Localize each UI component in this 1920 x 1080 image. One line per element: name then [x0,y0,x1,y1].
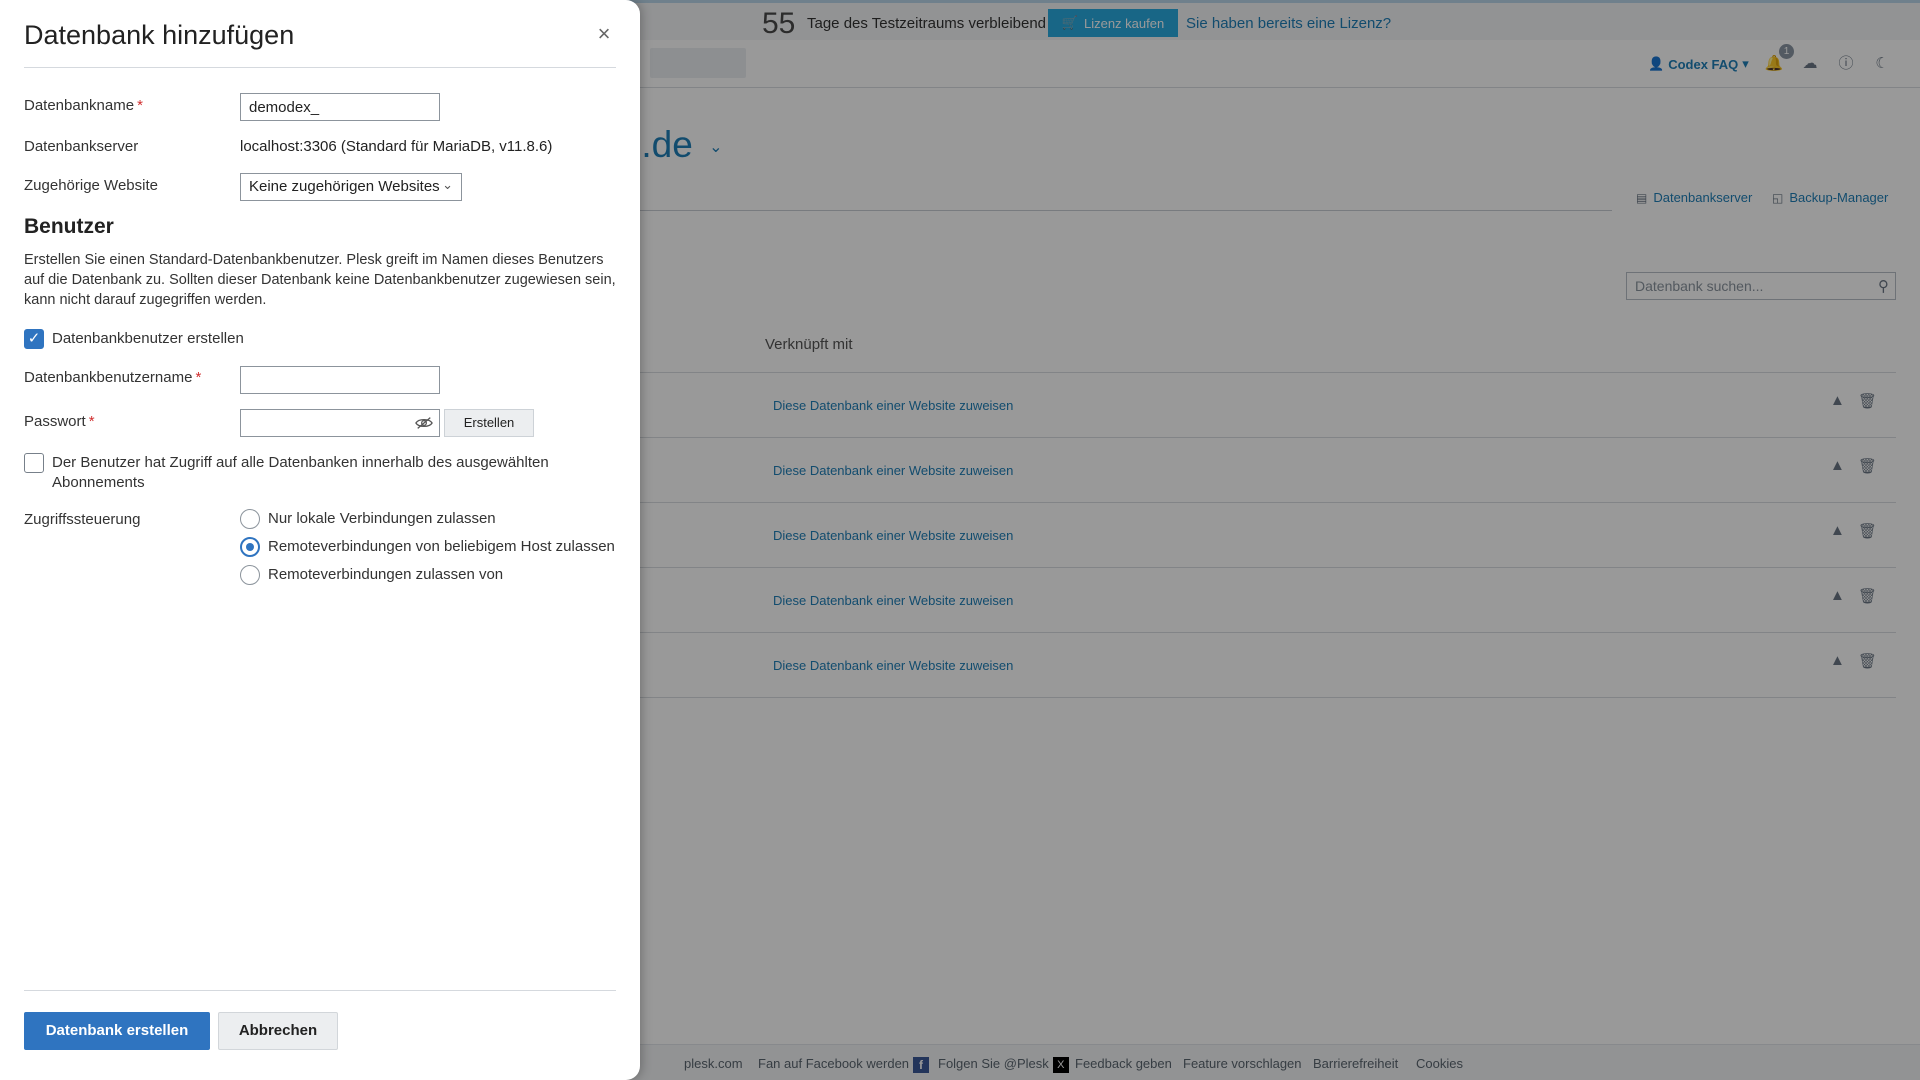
access-control-label: Zugriffssteuerung [24,511,141,528]
cancel-button[interactable]: Abbrechen [218,1012,338,1050]
required-marker: * [195,369,202,386]
website-select-value: Keine zugehörigen Websites [249,178,440,195]
required-marker: * [137,97,143,114]
password-label-text: Passwort [24,413,86,430]
radio-local-only-label: Nur lokale Verbindungen zulassen [268,510,496,527]
radio-remote-from[interactable] [240,565,260,585]
radio-remote-any[interactable] [240,537,260,557]
db-name-input[interactable] [240,93,440,121]
db-name-label-text: Datenbankname [24,97,135,114]
title-divider [24,67,616,68]
website-label: Zugehörige Website [24,177,158,194]
db-username-input[interactable] [240,366,440,394]
radio-local-only[interactable] [240,509,260,529]
chevron-down-icon: ⌄ [442,177,453,192]
create-database-button[interactable]: Datenbank erstellen [24,1012,210,1050]
generate-password-button[interactable]: Erstellen [444,409,534,437]
db-username-label: Datenbankbenutzername * [24,369,201,386]
db-server-value: localhost:3306 (Standard für MariaDB, v1… [240,138,553,155]
close-icon[interactable]: × [592,22,616,46]
radio-remote-from-label: Remoteverbindungen zulassen von [268,566,504,583]
create-user-label: Datenbankbenutzer erstellen [52,330,244,347]
add-database-dialog: Datenbank hinzufügen × Datenbankname* Da… [0,0,640,1080]
required-marker: * [88,413,95,430]
db-name-label: Datenbankname * [24,97,143,114]
footer-divider [24,990,616,991]
db-username-label-text: Datenbankbenutzername [24,369,193,386]
password-field [240,409,440,437]
eye-slash-icon[interactable] [415,415,433,431]
all-databases-checkbox[interactable] [24,453,44,473]
user-section-description: Erstellen Sie einen Standard-Datenbankbe… [24,252,616,308]
website-select[interactable]: Keine zugehörigen Websites ⌄ [240,173,462,201]
dialog-title: Datenbank hinzufügen [24,20,295,50]
all-databases-label: Der Benutzer hat Zugriff auf alle Datenb… [52,454,549,491]
radio-remote-any-label: Remoteverbindungen von beliebigem Host z… [268,538,615,555]
password-label: Passwort * [24,413,95,430]
user-section-heading: Benutzer [24,215,114,238]
password-input[interactable] [241,410,401,436]
create-user-checkbox[interactable]: ✓ [24,329,44,349]
db-server-label: Datenbankserver [24,138,139,155]
